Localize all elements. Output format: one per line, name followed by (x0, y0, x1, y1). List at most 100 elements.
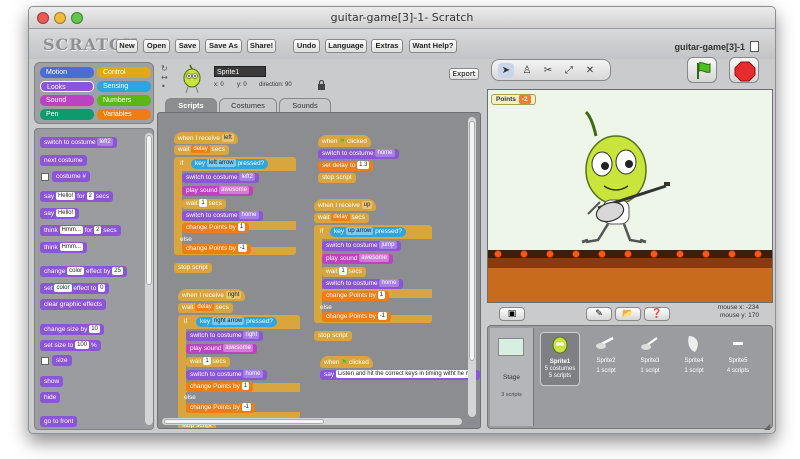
export-button[interactable]: Export (449, 68, 479, 80)
costume-dropdown[interactable]: home (375, 149, 395, 158)
sound-dropdown[interactable]: awesome (219, 186, 249, 195)
points-amount-input[interactable]: 1 (237, 223, 246, 232)
secs-input[interactable]: 2 (86, 192, 94, 201)
effect-dropdown[interactable]: color (67, 267, 85, 276)
category-pen[interactable]: Pen (40, 109, 94, 120)
costume-dropdown[interactable]: home (239, 211, 259, 220)
stop-button[interactable] (729, 57, 759, 83)
block-wait-secs[interactable]: wait 1 secs (186, 357, 230, 367)
size-value-input[interactable]: 100 (75, 341, 90, 350)
block-hide[interactable]: hide (40, 392, 61, 403)
category-sensing[interactable]: Sensing (97, 81, 151, 92)
block-switch-to-costume[interactable]: switch to costume home (318, 149, 399, 159)
key-dropdown[interactable]: up arrow (345, 227, 374, 236)
costume-dropdown[interactable]: left2 (97, 138, 113, 147)
sprite-tile-sprite4[interactable]: Sprite4 1 script (674, 332, 714, 388)
scripts-area[interactable]: when I receive left wait delay secs if k… (157, 112, 481, 429)
points-amount-input[interactable]: 1 (241, 382, 250, 391)
block-change-points[interactable]: change Points by 1 (182, 223, 250, 233)
block-play-sound[interactable]: play sound awesome (322, 254, 393, 264)
block-size[interactable]: size (52, 355, 72, 366)
arrow-cursor-icon[interactable]: ➤ (498, 63, 514, 78)
sprite-name-field[interactable]: Sprite1 (214, 66, 266, 77)
block-say-for-secs[interactable]: say Hello! for 2 secs (40, 191, 114, 202)
random-sprite-button[interactable]: ❓ (644, 307, 670, 321)
message-dropdown[interactable]: up (361, 201, 373, 210)
palette-scrollbar[interactable] (145, 133, 153, 425)
effect-value-input[interactable]: 0 (98, 284, 106, 293)
language-button[interactable]: Language (325, 39, 367, 53)
block-say[interactable]: say Hello! (40, 208, 80, 219)
green-flag-button[interactable] (687, 57, 717, 83)
scripts-vscroll-thumb[interactable] (469, 121, 475, 361)
size-amount-input[interactable]: 10 (89, 325, 100, 334)
block-wait[interactable]: wait delay secs (174, 145, 229, 155)
block-key-pressed[interactable]: key up arrow pressed? (330, 227, 406, 237)
share-button[interactable]: Share! (247, 39, 276, 53)
delete-scissors-icon[interactable]: ✂ (540, 63, 556, 78)
block-when-i-receive[interactable]: when I receive left (174, 132, 238, 144)
costume-dropdown[interactable]: right (243, 331, 260, 340)
sound-dropdown[interactable]: awesome (223, 344, 253, 353)
points-amount-input[interactable]: -1 (241, 403, 252, 412)
say-text-input[interactable]: Listen and hit the correct keys in timin… (335, 370, 477, 379)
resize-grip-icon[interactable]: ◢ (764, 422, 773, 431)
block-play-sound[interactable]: play sound awesome (186, 344, 257, 354)
open-button[interactable]: Open (143, 39, 170, 53)
key-dropdown[interactable]: left arrow (206, 159, 236, 168)
secs-input[interactable]: 2 (94, 226, 102, 235)
choose-sprite-file-button[interactable]: 📂 (615, 307, 641, 321)
block-wait-secs[interactable]: wait 1 secs (182, 199, 226, 209)
think-text-input[interactable]: Hmm... (59, 243, 83, 252)
sound-dropdown[interactable]: awesome (359, 254, 389, 263)
size-checkbox[interactable] (41, 357, 49, 365)
block-change-effect[interactable]: change color effect by 25 (40, 266, 127, 277)
block-show[interactable]: show (40, 376, 64, 387)
tab-scripts[interactable]: Scripts (165, 98, 217, 112)
key-dropdown[interactable]: right arrow (211, 317, 245, 326)
presentation-mode-button[interactable]: ▣ (499, 307, 525, 321)
lock-icon[interactable] (317, 80, 326, 90)
grow-icon[interactable]: ⤢ (561, 63, 577, 78)
stage[interactable]: Points -2 (487, 89, 773, 303)
stage-tile[interactable]: Stage 3 scripts (490, 328, 534, 426)
tab-sounds[interactable]: Sounds (279, 98, 331, 112)
block-set-size[interactable]: set size to 100 % (40, 340, 101, 351)
block-think-for-secs[interactable]: think Hmm... for 2 secs (40, 225, 121, 236)
block-go-to-front[interactable]: go to front (40, 416, 78, 427)
secs-input[interactable]: 1 (339, 267, 347, 276)
block-change-points[interactable]: change Points by -1 (182, 244, 252, 254)
sprite-tile-sprite3[interactable]: Sprite3 1 script (630, 332, 670, 388)
scripts-hscroll-thumb[interactable] (164, 419, 324, 424)
block-change-points[interactable]: change Points by 1 (186, 382, 254, 392)
effect-dropdown[interactable]: color (54, 284, 72, 293)
scripts-vertical-scrollbar[interactable] (468, 117, 476, 417)
rotation-style-icons[interactable]: ↻ ↔ • (161, 64, 168, 91)
sprite-tile-sprite5[interactable]: Sprite5 4 scripts (718, 332, 758, 388)
block-when-flag-clicked[interactable]: when ⚑ clicked (318, 135, 371, 147)
think-text-input[interactable]: Hmm... (59, 226, 83, 235)
block-stop-script[interactable]: stop script (174, 263, 212, 273)
costume-dropdown[interactable]: home (379, 279, 399, 288)
sprite-tile-sprite1[interactable]: Sprite1 5 costumes 5 scripts (540, 332, 580, 386)
say-text-input[interactable]: Hello! (55, 209, 76, 218)
delay-value-input[interactable]: 1.3 (357, 161, 370, 170)
block-change-points[interactable]: change Points by 1 (322, 291, 390, 301)
block-stop-script[interactable]: stop script (318, 173, 356, 183)
category-numbers[interactable]: Numbers (97, 95, 151, 106)
block-switch-to-costume[interactable]: switch to costume left2 (182, 173, 259, 183)
effect-amount-input[interactable]: 25 (112, 267, 123, 276)
block-wait[interactable]: wait delay secs (314, 213, 369, 223)
block-switch-to-costume[interactable]: switch to costume home (182, 211, 263, 221)
block-set-delay[interactable]: set delay to 1.3 (318, 161, 374, 171)
points-amount-input[interactable]: -1 (377, 312, 388, 321)
document-icon[interactable] (750, 41, 759, 52)
sprite-tile-sprite2[interactable]: Sprite2 1 script (586, 332, 626, 388)
duplicate-stamp-icon[interactable]: ♙ (519, 63, 535, 78)
want-help-button[interactable]: Want Help? (409, 39, 457, 53)
block-when-i-receive[interactable]: when I receive up (314, 199, 377, 211)
tab-costumes[interactable]: Costumes (219, 98, 277, 112)
costume-dropdown[interactable]: jump (379, 241, 397, 250)
delay-variable[interactable]: delay (331, 213, 350, 222)
extras-button[interactable]: Extras (371, 39, 403, 53)
